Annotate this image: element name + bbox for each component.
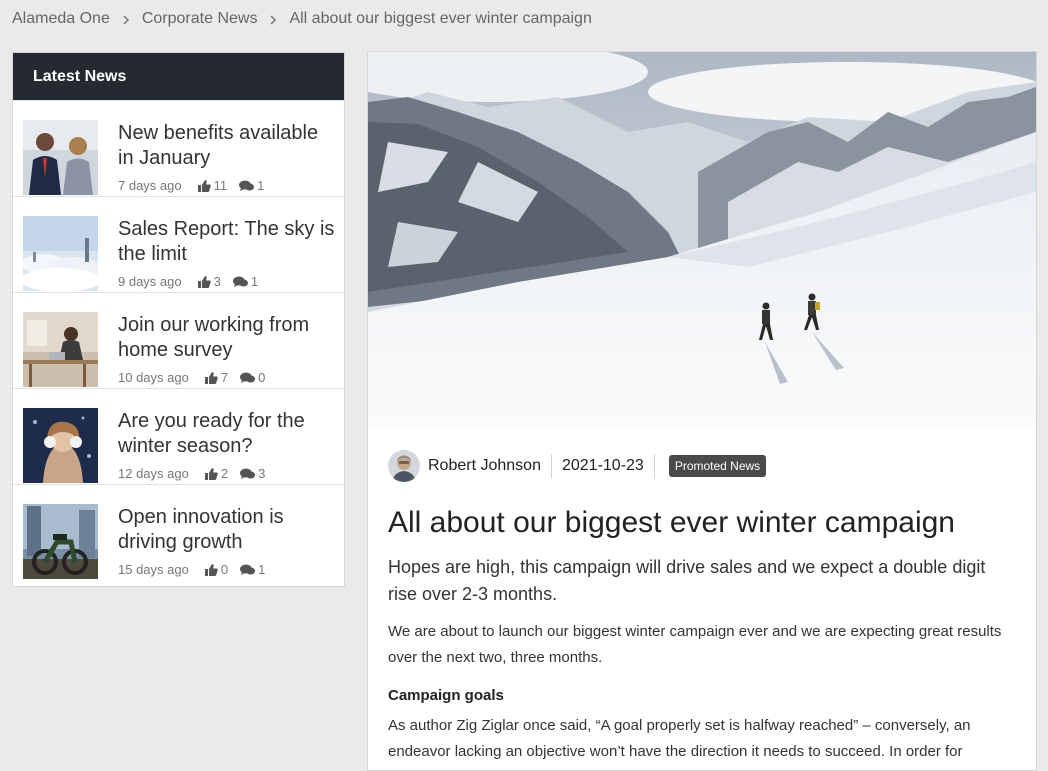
thumbs-up-icon[interactable] [204, 371, 218, 384]
author-avatar[interactable] [388, 450, 420, 482]
news-meta: 10 days ago 7 0 [118, 370, 277, 385]
news-thumbnail[interactable] [23, 408, 98, 483]
byline-divider [550, 454, 552, 478]
news-meta: 9 days ago 3 1 [118, 274, 270, 289]
news-list-item[interactable]: Open innovation is driving growth 15 day… [13, 484, 344, 580]
comment-count: 1 [258, 562, 266, 577]
thumbs-up-icon[interactable] [204, 467, 218, 480]
like-count: 7 [220, 370, 229, 385]
thumbs-up-icon[interactable] [197, 179, 211, 192]
like-count: 0 [220, 562, 229, 577]
latest-news-panel: Latest News New benefits available in Ja… [12, 52, 345, 587]
like-count: 3 [213, 274, 221, 289]
comments-icon[interactable] [232, 276, 248, 288]
breadcrumb: Alameda One Corporate News All about our… [12, 9, 592, 29]
news-thumbnail[interactable] [23, 312, 98, 387]
news-meta: 15 days ago 0 1 [118, 562, 277, 577]
article-panel: Robert Johnson 2021-10-23 Promoted News … [367, 51, 1037, 771]
news-age: 12 days ago [118, 466, 189, 481]
author-name[interactable]: Robert Johnson [428, 457, 541, 475]
news-title[interactable]: New benefits available in January [118, 121, 338, 171]
news-title[interactable]: Join our working from home survey [118, 313, 338, 363]
news-list-item[interactable]: New benefits available in January 7 days… [13, 100, 344, 196]
article-lead: Hopes are high, this campaign will drive… [388, 557, 986, 604]
breadcrumb-current-page: All about our biggest ever winter campai… [289, 10, 592, 27]
promoted-news-badge[interactable]: Promoted News [668, 455, 767, 477]
article-date: 2021-10-23 [561, 457, 644, 474]
article-paragraph: We are about to launch our biggest winte… [388, 623, 1002, 666]
article-hero-image [368, 52, 1036, 427]
news-age: 15 days ago [118, 562, 189, 577]
like-count: 11 [213, 178, 228, 193]
news-title[interactable]: Sales Report: The sky is the limit [118, 217, 338, 267]
breadcrumb-home-link[interactable]: Alameda One [12, 10, 110, 28]
news-age: 7 days ago [118, 178, 182, 193]
comments-icon[interactable] [240, 468, 256, 480]
news-thumbnail[interactable] [23, 504, 98, 579]
news-meta: 7 days ago 11 1 [118, 178, 276, 193]
comment-count: 0 [258, 370, 266, 385]
latest-news-heading: Latest News [13, 53, 344, 100]
news-thumbnail[interactable] [23, 216, 98, 291]
news-title[interactable]: Are you ready for the winter season? [118, 409, 338, 459]
news-meta: 12 days ago 2 3 [118, 466, 277, 481]
news-age: 9 days ago [118, 274, 182, 289]
news-thumbnail[interactable] [23, 120, 98, 195]
news-age: 10 days ago [118, 370, 189, 385]
article-subheading: Campaign goals [388, 687, 504, 704]
news-list-item[interactable]: Sales Report: The sky is the limit 9 day… [13, 196, 344, 292]
article-title: All about our biggest ever winter campai… [388, 506, 955, 539]
breadcrumb-corporate-news-link[interactable]: Corporate News [142, 10, 258, 28]
like-count: 2 [220, 466, 229, 481]
comments-icon[interactable] [240, 564, 256, 576]
news-title[interactable]: Open innovation is driving growth [118, 505, 338, 555]
comments-icon[interactable] [240, 372, 256, 384]
thumbs-up-icon[interactable] [204, 563, 218, 576]
news-list-item[interactable]: Are you ready for the winter season? 12 … [13, 388, 344, 484]
comment-count: 3 [258, 466, 266, 481]
news-list-item[interactable]: Join our working from home survey 10 day… [13, 292, 344, 388]
thumbs-up-icon[interactable] [197, 275, 211, 288]
article-byline: Robert Johnson 2021-10-23 Promoted News [388, 449, 767, 483]
comment-count: 1 [257, 178, 265, 193]
comment-count: 1 [250, 274, 259, 289]
chevron-right-icon [110, 11, 142, 27]
byline-divider [653, 454, 655, 478]
chevron-right-icon [257, 11, 289, 27]
article-paragraph: As author Zig Ziglar once said, “A goal … [388, 717, 971, 760]
comments-icon[interactable] [239, 180, 255, 192]
